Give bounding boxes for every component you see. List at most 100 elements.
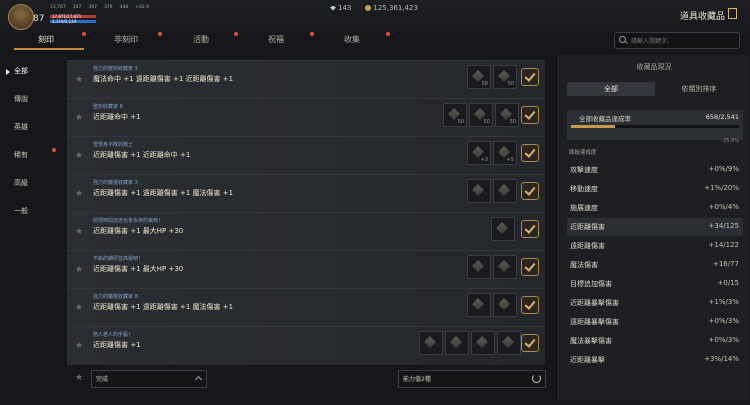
item-slot[interactable]: 50 bbox=[493, 65, 517, 89]
hp-bar: 17,871/17,871 bbox=[50, 14, 96, 19]
favorite-star-icon[interactable]: ★ bbox=[75, 303, 83, 313]
complete-check-icon[interactable] bbox=[521, 258, 539, 276]
list-item[interactable]: ★ 強力的鐵棍收藏家 8 近距離傷害 +1 遠距離傷害 +1 魔法傷害 +1 bbox=[67, 288, 545, 327]
item-slots bbox=[467, 255, 517, 279]
tab-collect[interactable]: 收集 bbox=[344, 34, 360, 45]
collection-name: 即便時間流逝也會永存的東西！ bbox=[93, 218, 164, 224]
search-box[interactable] bbox=[614, 32, 740, 49]
complete-check-icon[interactable] bbox=[521, 68, 539, 86]
list-item[interactable]: ★ 不斷的鑽研並高揚吧！ 近距離傷害 +1 最大HP +30 bbox=[67, 250, 545, 289]
tab-bar: 刻印 非刻印 活動 祝福 收集 bbox=[0, 32, 560, 50]
item-slot[interactable]: 50 bbox=[495, 103, 519, 127]
stat-progress: +0%/4% bbox=[708, 203, 739, 211]
list-item[interactable]: ★ 強力的鐵棍收藏家 3 近距離傷害 +1 遠距離傷害 +1 魔法傷害 +1 bbox=[67, 174, 545, 213]
sidebar-item-label: 傳說 bbox=[14, 95, 28, 103]
panel-tabs: 全部 依類別排序 bbox=[567, 82, 743, 96]
tab-blessing[interactable]: 祝福 bbox=[268, 34, 284, 45]
item-slot[interactable] bbox=[445, 331, 469, 355]
item-slot[interactable] bbox=[491, 217, 515, 241]
stat-progress: +16/77 bbox=[712, 260, 739, 268]
complete-check-icon[interactable] bbox=[521, 334, 539, 352]
sidebar-item-label: 一般 bbox=[14, 207, 28, 215]
search-input[interactable] bbox=[629, 35, 737, 47]
favorite-star-icon[interactable]: ★ bbox=[75, 151, 83, 161]
complete-check-icon[interactable] bbox=[521, 296, 539, 314]
refresh-icon[interactable] bbox=[532, 374, 541, 383]
favorite-star-icon[interactable]: ★ bbox=[75, 265, 83, 275]
bottom-bar: ★ 完成 能力值2種 bbox=[67, 368, 546, 390]
item-slot[interactable] bbox=[467, 255, 491, 279]
complete-check-icon[interactable] bbox=[521, 220, 539, 238]
stat-progress: +0%/3% bbox=[708, 317, 739, 325]
item-slot[interactable] bbox=[493, 255, 517, 279]
stat-name: 近距離傷害 bbox=[570, 223, 605, 231]
sidebar-item-normal[interactable]: 一般 bbox=[0, 204, 62, 218]
complete-check-icon[interactable] bbox=[521, 144, 539, 162]
panel-tab-by-category[interactable]: 依類別排序 bbox=[655, 82, 743, 96]
item-slot[interactable]: 50 bbox=[469, 103, 493, 127]
mp-bar: 2,119/2,119 bbox=[50, 19, 96, 24]
list-item[interactable]: ★ 陪人若人的手藝！ 近距離傷害 +1 bbox=[67, 326, 545, 365]
item-slot[interactable]: 50 bbox=[467, 65, 491, 89]
stat-name: 目標追加傷害 bbox=[570, 280, 612, 288]
exit-icon[interactable] bbox=[728, 8, 737, 19]
list-item[interactable]: ★ 即便時間流逝也會永存的東西！ 近距離傷害 +1 最大HP +30 bbox=[67, 212, 545, 251]
sidebar-item-all[interactable]: 全部 bbox=[0, 64, 62, 78]
stat-row: 攻擊速度 +0%/9% bbox=[567, 161, 743, 179]
item-slot[interactable]: +3 bbox=[467, 141, 491, 165]
collection-bonus: 近距離傷害 +1 遠距離傷害 +1 魔法傷害 +1 bbox=[93, 303, 234, 311]
item-slot[interactable]: 50 bbox=[443, 103, 467, 127]
complete-check-icon[interactable] bbox=[521, 182, 539, 200]
favorite-filter-star-icon[interactable]: ★ bbox=[75, 373, 83, 383]
favorite-star-icon[interactable]: ★ bbox=[75, 189, 83, 199]
currency: 143 125,361,423 bbox=[330, 4, 418, 12]
item-slots: 50 50 50 bbox=[443, 103, 519, 127]
stat-name: 施展速度 bbox=[570, 204, 598, 212]
item-slot[interactable] bbox=[493, 293, 517, 317]
favorite-star-icon[interactable]: ★ bbox=[75, 341, 83, 351]
tab-event[interactable]: 活動 bbox=[193, 34, 209, 45]
item-slot[interactable] bbox=[493, 179, 517, 203]
overall-progress: 全部收藏品達成率 658/2,541 bbox=[567, 110, 743, 140]
collection-bonus: 近距離傷害 +1 近距離命中 +1 bbox=[93, 151, 191, 159]
avatar[interactable] bbox=[8, 4, 34, 30]
sidebar-item-rare[interactable]: 稀有 bbox=[0, 148, 62, 162]
status-filter-dropdown[interactable]: 完成 bbox=[91, 370, 207, 388]
item-slot[interactable]: +5 bbox=[493, 141, 517, 165]
stat-value: 448 bbox=[119, 5, 129, 10]
list-item[interactable]: ★ 雪恨身不敗的戰士 近距離傷害 +1 近距離命中 +1 +3 +5 bbox=[67, 136, 545, 175]
ability-filter[interactable]: 能力值2種 bbox=[398, 370, 546, 388]
collection-bonus: 近距離傷害 +1 遠距離傷害 +1 魔法傷害 +1 bbox=[93, 189, 234, 197]
list-item[interactable]: ★ 強力的聖劍收藏家 3 魔法命中 +1 遠距離傷害 +1 近距離傷害 +1 5… bbox=[67, 60, 545, 99]
collection-name: 雪恨身不敗的戰士 bbox=[93, 142, 134, 148]
sidebar-item-hero[interactable]: 英雄 bbox=[0, 120, 62, 134]
item-slot[interactable] bbox=[497, 331, 521, 355]
sidebar-item-advanced[interactable]: 高級 bbox=[0, 176, 62, 190]
progress-track bbox=[571, 125, 739, 128]
stat-name: 攻擊速度 bbox=[570, 166, 598, 174]
stat-row: 遠距離傷害 +14/122 bbox=[567, 237, 743, 255]
stat-progress: +0%/3% bbox=[708, 336, 739, 344]
sidebar-item-legendary[interactable]: 傳說 bbox=[0, 92, 62, 106]
gem-amount: 143 bbox=[338, 4, 352, 12]
list-item[interactable]: ★ 聖劍收藏家 8 近距離命中 +1 50 50 50 bbox=[67, 98, 545, 137]
stat-progress: +0/15 bbox=[717, 279, 739, 287]
collection-bonus: 近距離傷害 +1 bbox=[93, 341, 141, 349]
item-slot[interactable] bbox=[471, 331, 495, 355]
favorite-star-icon[interactable]: ★ bbox=[75, 75, 83, 85]
item-slots: +3 +5 bbox=[467, 141, 517, 165]
favorite-star-icon[interactable]: ★ bbox=[75, 113, 83, 123]
tab-non-engraved[interactable]: 非刻印 bbox=[114, 34, 138, 45]
panel-tab-all[interactable]: 全部 bbox=[567, 82, 655, 96]
collection-status-panel: 收藏品現況 全部 依類別排序 全部收藏品達成率 658/2,541 25.9% … bbox=[558, 55, 749, 400]
collection-name: 陪人若人的手藝！ bbox=[93, 332, 134, 338]
favorite-star-icon[interactable]: ★ bbox=[75, 227, 83, 237]
collection-bonus: 近距離傷害 +1 最大HP +30 bbox=[93, 265, 184, 273]
sidebar-item-label: 全部 bbox=[14, 67, 28, 75]
gem-icon bbox=[330, 5, 336, 11]
item-slot[interactable] bbox=[467, 293, 491, 317]
item-slot[interactable] bbox=[467, 179, 491, 203]
tab-engraved[interactable]: 刻印 bbox=[38, 34, 54, 45]
complete-check-icon[interactable] bbox=[521, 106, 539, 124]
item-slot[interactable] bbox=[419, 331, 443, 355]
